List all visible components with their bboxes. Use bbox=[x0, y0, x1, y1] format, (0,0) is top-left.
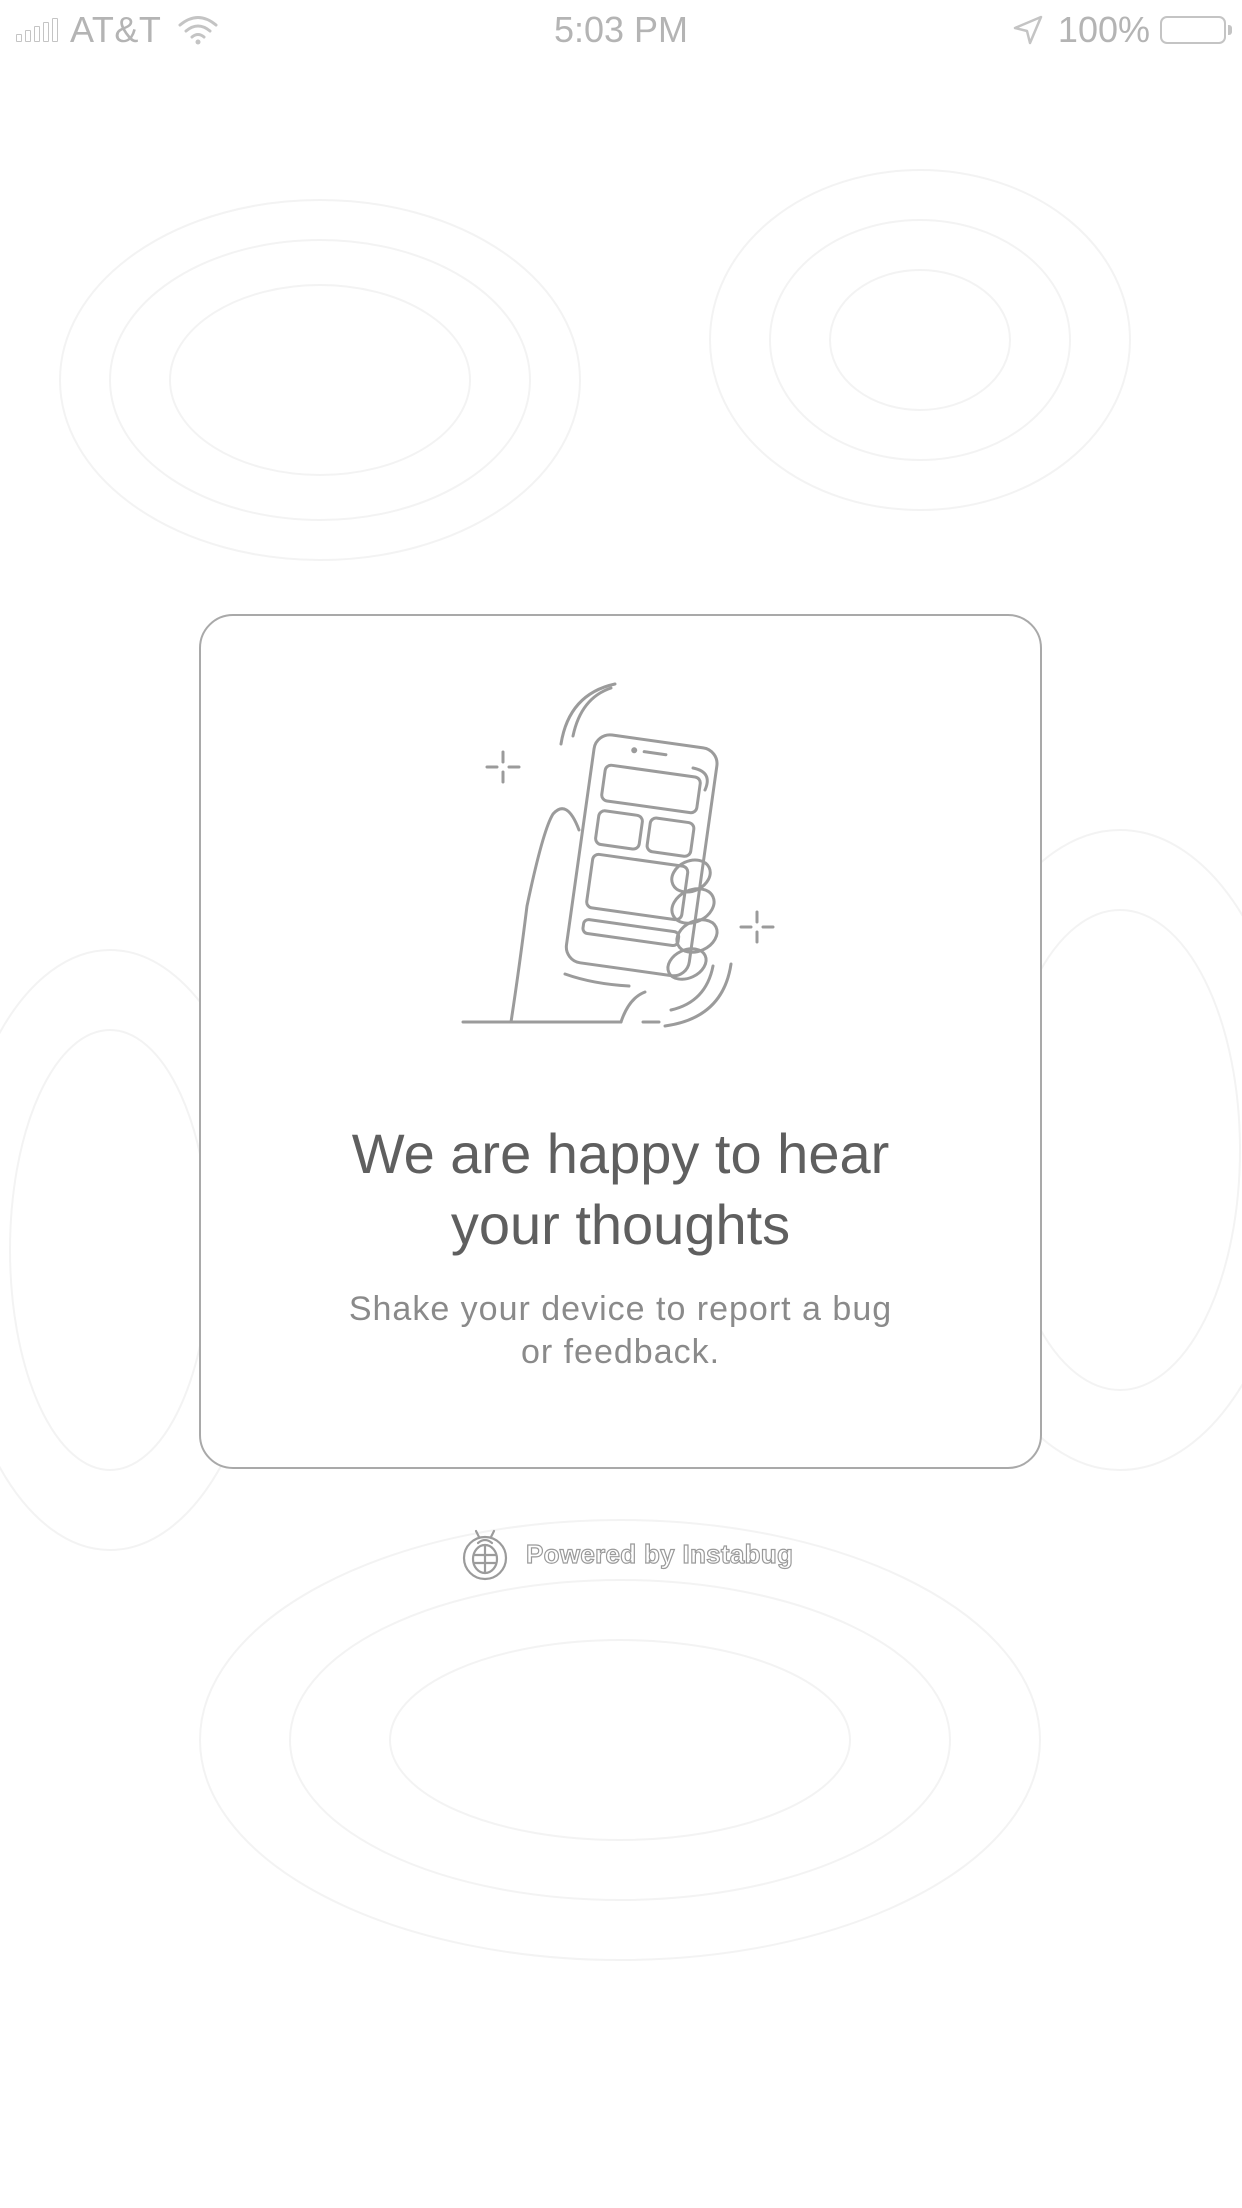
shake-prompt-card: We are happy to hear your thoughts Shake… bbox=[199, 614, 1042, 1469]
instabug-logo-icon bbox=[462, 1529, 508, 1581]
status-bar: AT&T 5:03 PM 100% bbox=[0, 0, 1242, 62]
battery-percentage: 100% bbox=[1057, 9, 1150, 50]
card-title-line2: your thoughts bbox=[450, 1193, 791, 1256]
battery-icon bbox=[1160, 16, 1232, 44]
card-subtitle-line2: or feedback. bbox=[520, 1333, 721, 1371]
card-title-line1: We are happy to hear bbox=[351, 1122, 890, 1185]
card-subtitle: Shake your device to report a bug or fee… bbox=[201, 1288, 1040, 1374]
powered-by-instabug-link[interactable]: Powered by Instabug bbox=[460, 1524, 793, 1584]
card-title: We are happy to hear your thoughts bbox=[201, 1118, 1040, 1260]
status-right: 100% bbox=[1012, 9, 1232, 50]
card-subtitle-line1: Shake your device to report a bug bbox=[348, 1290, 893, 1328]
hand-shaking-phone-illustration bbox=[461, 682, 775, 1028]
powered-by-text: Powered by Instabug bbox=[525, 1538, 794, 1569]
location-arrow-icon bbox=[1013, 15, 1043, 45]
